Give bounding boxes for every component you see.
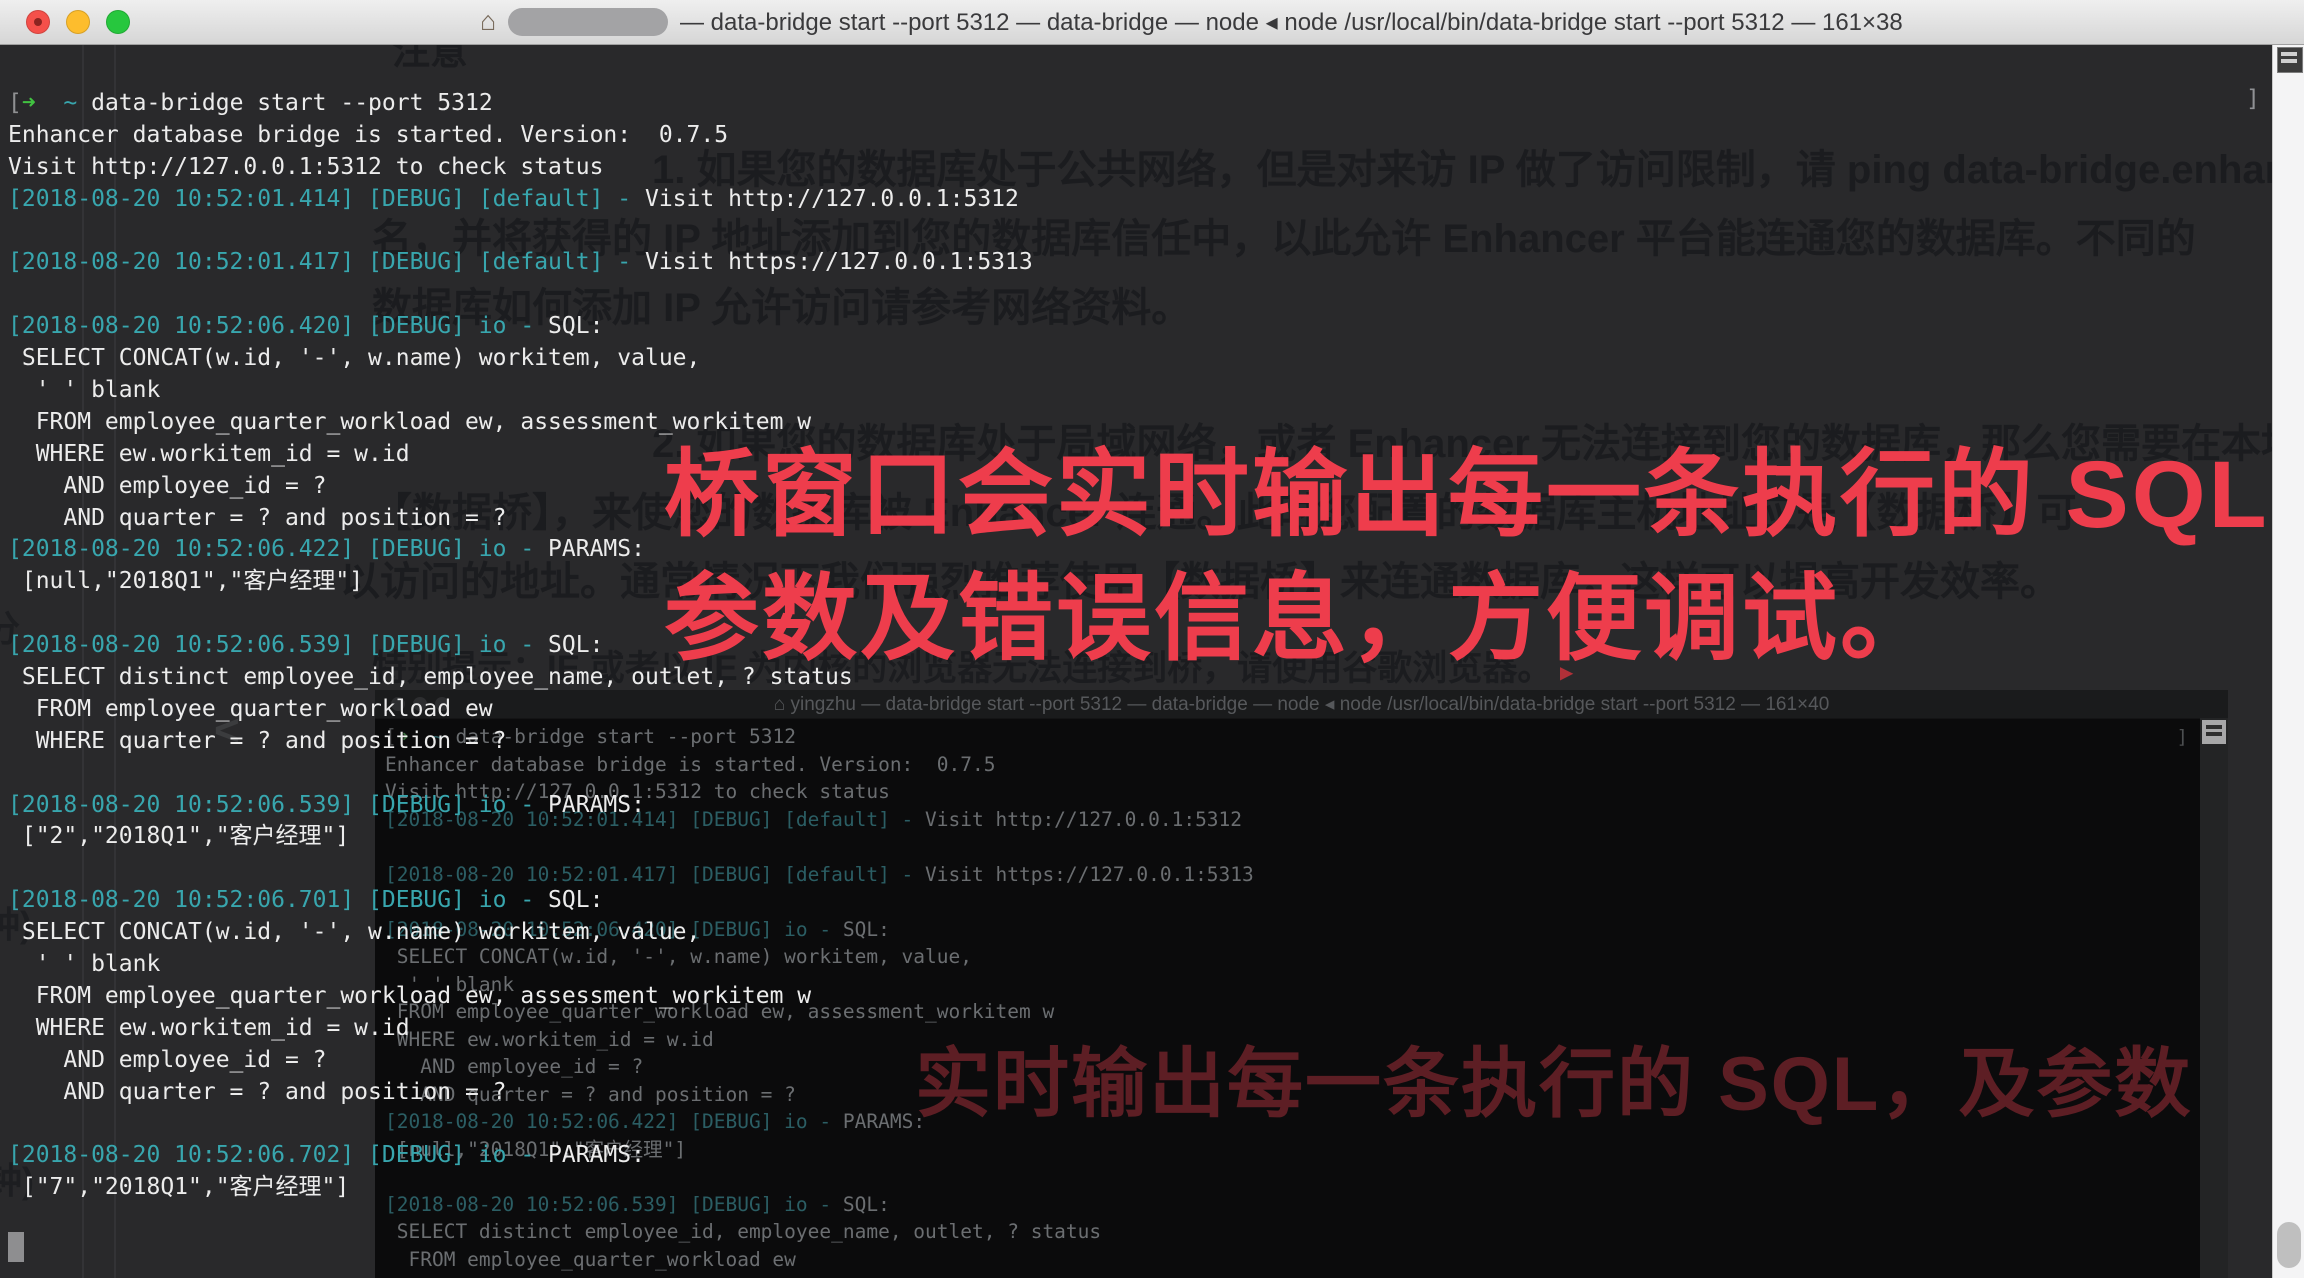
terminal-line: [8, 853, 1033, 885]
red-annotation-line2: 参数及错误信息，方便调试。: [664, 572, 1938, 667]
terminal-line: SELECT CONCAT(w.id, '-', w.name) workite…: [8, 343, 1033, 375]
close-button[interactable]: [26, 10, 50, 34]
home-icon: ⌂: [480, 6, 496, 37]
terminal-line: [8, 1109, 1033, 1141]
window-titlebar[interactable]: ⌂ — data-bridge start --port 5312 — data…: [0, 0, 2304, 45]
scrollbar-button-icon[interactable]: [2277, 47, 2303, 73]
embedded-scrollbar-button-icon: [2202, 720, 2226, 744]
terminal-line: ' ' blank: [8, 375, 1033, 407]
terminal-line: SELECT CONCAT(w.id, '-', w.name) workite…: [8, 917, 1033, 949]
terminal-line: SELECT distinct employee_id, employee_na…: [385, 1218, 1254, 1246]
red-annotation-line1: 桥窗口会实时输出每一条执行的 SQL、: [664, 448, 2304, 543]
terminal-line: WHERE quarter = ? and position = ?: [8, 726, 1033, 758]
faded-red-annotation: 实时输出每一条执行的 SQL，及参数: [915, 1022, 2192, 1132]
terminal-line: ["7","2018Q1","客户经理"]: [8, 1172, 1033, 1204]
terminal-line: [2018-08-20 10:52:06.702] [DEBUG] io - P…: [8, 1140, 1033, 1172]
terminal-line: [8, 216, 1033, 248]
terminal-line: WHERE ew.workitem_id = w.id: [8, 1013, 1033, 1045]
terminal-line: ["2","2018Q1","客户经理"]: [8, 821, 1033, 853]
terminal-line: [➜ ~ data-bridge start --port 5312: [8, 88, 1033, 120]
window-title: — data-bridge start --port 5312 — data-b…: [680, 8, 1903, 37]
scrollbar-track[interactable]: [2272, 44, 2304, 1278]
minimize-button[interactable]: [66, 10, 90, 34]
terminal-line: FROM employee_quarter_workload ew: [8, 694, 1033, 726]
terminal-line: FROM employee_quarter_workload ew, asses…: [8, 407, 1033, 439]
terminal-line: AND employee_id = ?: [8, 1045, 1033, 1077]
terminal-line: FROM employee_quarter_workload ew, asses…: [8, 981, 1033, 1013]
terminal-line: [8, 758, 1033, 790]
embedded-prompt-bracket: ]: [2177, 726, 2188, 748]
terminal-line: [2018-08-20 10:52:06.420] [DEBUG] io - S…: [8, 311, 1033, 343]
terminal-line: [2018-08-20 10:52:06.701] [DEBUG] io - S…: [8, 885, 1033, 917]
embedded-scrollbar-track: [2200, 718, 2228, 1278]
redacted-username-blob: [508, 8, 668, 36]
terminal-line: [8, 279, 1033, 311]
terminal-line: Visit http://127.0.0.1:5312 to check sta…: [8, 152, 1033, 184]
terminal-line: ' ' blank: [8, 949, 1033, 981]
terminal-line: AND quarter = ? and position = ?: [8, 1077, 1033, 1109]
terminal-window: 注意 1. 如果您的数据库处于公共网络，但是对来访 IP 做了访问限制，请 pi…: [0, 0, 2304, 1278]
terminal-line: [2018-08-20 10:52:01.414] [DEBUG] [defau…: [8, 184, 1033, 216]
terminal-line: [2018-08-20 10:52:06.539] [DEBUG] io - P…: [8, 790, 1033, 822]
prompt-right-bracket: ]: [2246, 86, 2260, 112]
terminal-line: [2018-08-20 10:52:01.417] [DEBUG] [defau…: [8, 247, 1033, 279]
zoom-button[interactable]: [106, 10, 130, 34]
terminal-cursor: [8, 1232, 24, 1262]
scrollbar-thumb[interactable]: [2277, 1222, 2301, 1268]
terminal-line: FROM employee_quarter_workload ew: [385, 1246, 1254, 1274]
terminal-line: Enhancer database bridge is started. Ver…: [8, 120, 1033, 152]
terminal-line: WHERE quarter = ? and position = ?: [385, 1273, 1254, 1278]
